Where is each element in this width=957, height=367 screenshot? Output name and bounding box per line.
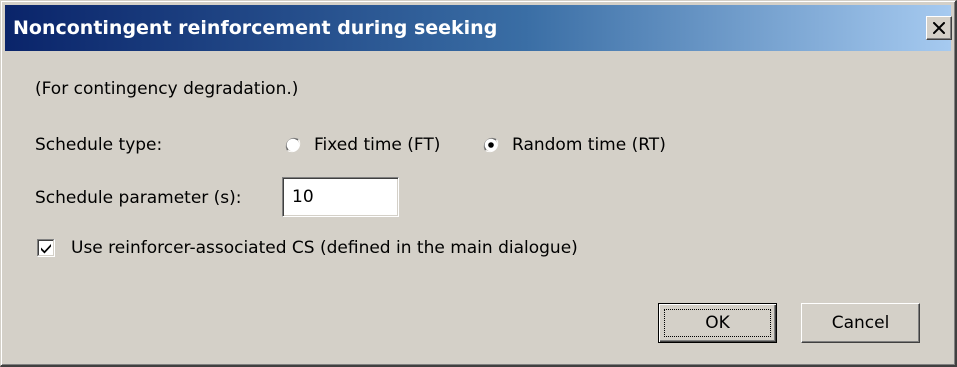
title-bar[interactable]: Noncontingent reinforcement during seeki… <box>5 5 952 51</box>
schedule-parameter-input[interactable] <box>282 177 399 217</box>
checkbox[interactable] <box>37 239 55 257</box>
radio-icon[interactable] <box>284 136 302 154</box>
close-button[interactable] <box>926 16 952 40</box>
ok-button[interactable]: OK <box>658 303 777 343</box>
radio-icon[interactable] <box>482 136 500 154</box>
schedule-parameter-label: Schedule parameter (s): <box>35 188 242 208</box>
ok-button-label: OK <box>664 309 771 337</box>
window-title: Noncontingent reinforcement during seeki… <box>13 17 498 39</box>
radio-random-time-label: Random time (RT) <box>512 135 666 155</box>
schedule-type-label: Schedule type: <box>35 135 163 155</box>
intro-text: (For contingency degradation.) <box>35 79 299 99</box>
radio-fixed-time-label: Fixed time (FT) <box>314 135 441 155</box>
cancel-button[interactable]: Cancel <box>801 303 920 343</box>
close-icon <box>933 22 945 34</box>
use-cs-label: Use reinforcer-associated CS (defined in… <box>71 238 578 258</box>
dialog-window: Noncontingent reinforcement during seeki… <box>0 0 957 367</box>
radio-selected-dot <box>488 142 494 148</box>
